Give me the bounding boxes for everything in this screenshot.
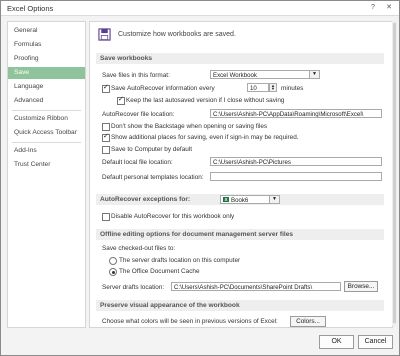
keep-last-autosaved-label: Keep the last autosaved version if I clo… xyxy=(126,97,285,104)
close-icon[interactable]: ✕ xyxy=(383,3,395,13)
office-cache-radio[interactable] xyxy=(109,268,117,276)
save-to-computer-label: Save to Computer by default xyxy=(111,146,192,153)
floppy-disk-icon xyxy=(98,28,111,41)
autorecover-workbook-value: Book6 xyxy=(231,197,249,204)
server-drafts-location-label: Server drafts location: xyxy=(102,284,165,291)
sidebar-item-quick-access-toolbar[interactable]: Quick Access Toolbar xyxy=(8,127,85,139)
disable-autorecover-checkbox[interactable] xyxy=(102,213,110,221)
section-preserve-appearance: Preserve visual appearance of the workbo… xyxy=(96,300,384,311)
sidebar-item-save[interactable]: Save xyxy=(8,67,85,79)
autorecover-location-input[interactable]: C:\Users\Ashish-PC\AppData\Roaming\Micro… xyxy=(210,109,382,118)
disable-autorecover-label: Disable AutoRecover for this workbook on… xyxy=(111,213,235,220)
sidebar-item-general[interactable]: General xyxy=(8,25,85,37)
autorecover-checkbox[interactable] xyxy=(102,83,110,93)
sidebar-item-proofing[interactable]: Proofing xyxy=(8,53,85,65)
autorecover-label: Save AutoRecover information every xyxy=(111,85,215,92)
content-scrollbar[interactable] xyxy=(392,21,397,326)
autorecover-minutes-value: 10 xyxy=(250,85,257,92)
help-icon[interactable]: ? xyxy=(367,3,379,13)
default-local-location-input[interactable]: C:\Users\Ashish-PC\Pictures xyxy=(210,157,382,166)
chevron-down-icon: ▼ xyxy=(269,196,279,203)
autorecover-minutes-input[interactable]: 10 xyxy=(247,83,269,92)
sidebar-divider xyxy=(12,110,81,111)
scrollbar-thumb[interactable] xyxy=(393,23,396,323)
panel-header: Customize how workbooks are saved. xyxy=(118,31,236,38)
sidebar: General Formulas Proofing Save Language … xyxy=(7,21,86,328)
keep-last-autosaved-checkbox[interactable] xyxy=(117,95,125,105)
default-local-location-label: Default local file location: xyxy=(102,159,173,166)
default-templates-location-label: Default personal templates location: xyxy=(102,174,204,181)
save-to-computer-checkbox[interactable] xyxy=(102,146,110,154)
sidebar-item-add-ins[interactable]: Add-Ins xyxy=(8,145,85,157)
sidebar-item-customize-ribbon[interactable]: Customize Ribbon xyxy=(8,113,85,125)
window-title: Excel Options xyxy=(7,4,54,13)
sidebar-item-trust-center[interactable]: Trust Center xyxy=(8,159,85,171)
dont-show-backstage-checkbox[interactable] xyxy=(102,123,110,131)
default-templates-location-input[interactable] xyxy=(210,172,382,181)
excel-options-window: Excel Options ? ✕ General Formulas Proof… xyxy=(0,0,400,356)
save-format-value: Excel Workbook xyxy=(213,72,257,79)
autorecover-workbook-select[interactable]: X Book6 ▼ xyxy=(220,195,280,204)
autorecover-location-label: AutoRecover file location: xyxy=(102,111,175,118)
office-cache-option-label: The Office Document Cache xyxy=(119,268,200,275)
ok-button[interactable]: OK xyxy=(319,335,354,349)
cancel-button[interactable]: Cancel xyxy=(358,335,393,349)
show-additional-places-label: Show additional places for saving, even … xyxy=(111,134,299,141)
sidebar-divider xyxy=(12,142,81,143)
browse-button[interactable]: Browse... xyxy=(344,281,378,292)
server-drafts-option-label: The server drafts location on this compu… xyxy=(119,257,241,264)
chevron-down-icon: ▼ xyxy=(309,71,319,78)
minutes-label: minutes xyxy=(281,85,304,92)
colors-button[interactable]: Colors... xyxy=(290,316,326,327)
title-bar: Excel Options ? ✕ xyxy=(1,1,399,16)
excel-workbook-icon: X xyxy=(223,197,229,202)
show-additional-places-checkbox[interactable] xyxy=(102,132,110,142)
dont-show-backstage-label: Don't show the Backstage when opening or… xyxy=(111,123,268,130)
sidebar-item-advanced[interactable]: Advanced xyxy=(8,95,85,107)
autorecover-exceptions-label: AutoRecover exceptions for: xyxy=(100,196,191,203)
sidebar-item-formulas[interactable]: Formulas xyxy=(8,39,85,51)
save-checked-out-label: Save checked-out files to: xyxy=(102,245,176,252)
section-save-workbooks: Save workbooks xyxy=(96,53,384,64)
spin-down-icon: ▼ xyxy=(271,86,275,91)
save-options-panel: Customize how workbooks are saved. Save … xyxy=(89,21,393,328)
save-format-select[interactable]: Excel Workbook ▼ xyxy=(210,70,320,79)
sidebar-item-language[interactable]: Language xyxy=(8,81,85,93)
server-drafts-radio[interactable] xyxy=(109,257,117,265)
save-format-label: Save files in this format: xyxy=(102,72,170,79)
server-drafts-location-input[interactable]: C:\Users\Ashish-PC\Documents\SharePoint … xyxy=(171,282,341,291)
colors-question-label: Choose what colors will be seen in previ… xyxy=(102,318,278,325)
minutes-spinner[interactable]: ▲ ▼ xyxy=(269,83,277,92)
section-offline-editing: Offline editing options for document man… xyxy=(96,229,384,240)
